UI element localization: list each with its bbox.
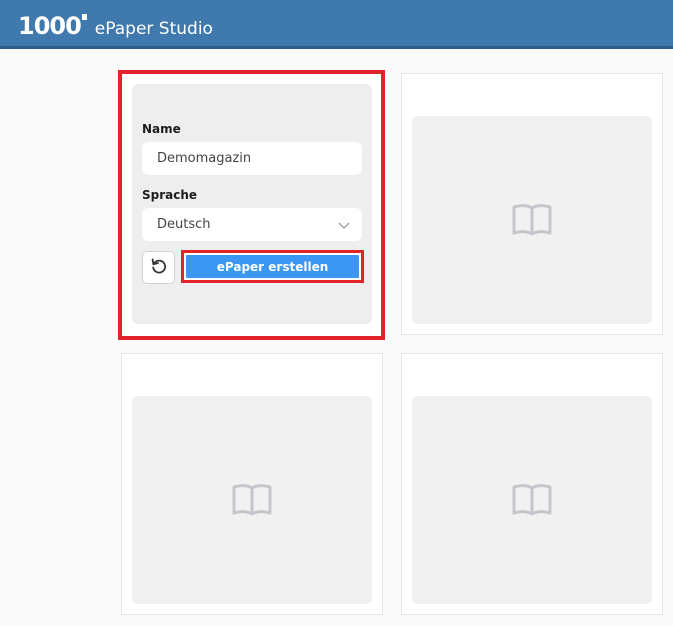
name-input[interactable]: Demomagazin [142,142,362,175]
reset-icon [150,257,168,279]
epaper-cover-placeholder [412,116,652,324]
create-epaper-form: Name Demomagazin Sprache Deutsch ePaper … [132,84,372,324]
top-bar: 1000 ePaper Studio [0,0,673,49]
book-icon [231,482,273,518]
create-button-highlight: ePaper erstellen [181,250,364,283]
brand-logo: 1000 [18,12,87,40]
epaper-card[interactable] [401,353,663,615]
epaper-card[interactable] [121,353,383,615]
epaper-cover-placeholder [412,396,652,604]
epaper-card[interactable] [401,73,663,335]
book-icon [511,482,553,518]
language-select-value: Deutsch [157,217,211,232]
language-label: Sprache [142,188,198,202]
brand[interactable]: 1000 ePaper Studio [18,12,213,40]
create-epaper-card: Name Demomagazin Sprache Deutsch ePaper … [118,70,385,340]
app-name: ePaper Studio [94,19,213,39]
chevron-down-icon [338,219,350,234]
name-label: Name [142,122,181,136]
name-input-value: Demomagazin [157,151,252,166]
logo-tick [81,14,87,20]
language-select[interactable]: Deutsch [142,208,362,241]
book-icon [511,202,553,238]
create-epaper-button[interactable]: ePaper erstellen [186,255,359,278]
reset-button[interactable] [142,251,175,284]
epaper-cover-placeholder [132,396,372,604]
